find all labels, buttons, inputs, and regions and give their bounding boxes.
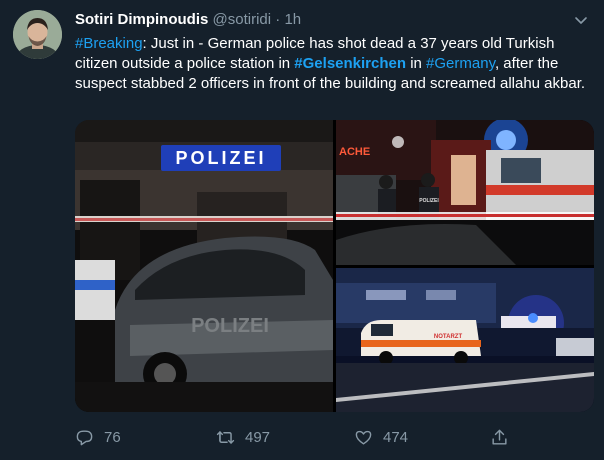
hashtag-germany[interactable]: #Germany bbox=[426, 55, 495, 72]
polizei-sign-text: POLIZEI bbox=[175, 148, 266, 168]
media-photo-2[interactable]: ACHE POLIZEI bbox=[336, 120, 594, 265]
tweet-actions: 76 497 474 bbox=[75, 424, 595, 450]
share-button[interactable] bbox=[490, 424, 519, 450]
avatar[interactable] bbox=[13, 10, 62, 59]
caret-down-icon[interactable] bbox=[573, 12, 589, 28]
officers-scene-photo: ACHE POLIZEI bbox=[336, 120, 594, 265]
media-photo-3[interactable]: NOTARZT bbox=[336, 268, 594, 412]
author-handle[interactable]: @sotiridi bbox=[213, 11, 272, 28]
van-notarzt-text: NOTARZT bbox=[434, 334, 463, 340]
emergency-van-photo: NOTARZT bbox=[336, 268, 594, 412]
reply-icon bbox=[76, 429, 93, 445]
author-name[interactable]: Sotiri Dimpinoudis bbox=[75, 11, 208, 28]
reply-count: 76 bbox=[104, 428, 121, 446]
reply-button[interactable]: 76 bbox=[75, 424, 121, 450]
vest-polizei-text: POLIZEI bbox=[419, 198, 439, 204]
share-icon bbox=[492, 429, 507, 445]
tweet-text: #Breaking: Just in - German police has s… bbox=[75, 34, 595, 94]
like-icon bbox=[355, 430, 372, 445]
tweet-header: Sotiri Dimpinoudis @sotiridi · 1h bbox=[75, 11, 301, 31]
timestamp[interactable]: 1h bbox=[284, 11, 301, 28]
avatar-image bbox=[13, 10, 62, 59]
tweet[interactable]: Sotiri Dimpinoudis @sotiridi · 1h #Break… bbox=[0, 0, 604, 460]
car-polizei-text: POLIZEI bbox=[191, 315, 269, 337]
media-photo-1[interactable]: POLIZEI POLIZEI bbox=[75, 120, 333, 412]
hashtag-gelsenkirchen[interactable]: #Gelsenkirchen bbox=[294, 55, 406, 72]
police-station-photo: POLIZEI POLIZEI bbox=[75, 120, 333, 412]
retweet-icon bbox=[216, 430, 235, 444]
storefront-sign-text: ACHE bbox=[339, 146, 370, 158]
separator-dot: · bbox=[275, 11, 281, 28]
tweet-text-segment: in bbox=[406, 55, 427, 72]
retweet-count: 497 bbox=[245, 428, 271, 446]
media-grid: POLIZEI POLIZEI ACHE POLIZEI NOTARZT bbox=[75, 120, 594, 412]
hashtag-breaking[interactable]: #Breaking bbox=[75, 35, 143, 52]
like-button[interactable]: 474 bbox=[354, 424, 408, 450]
retweet-button[interactable]: 497 bbox=[216, 424, 270, 450]
like-count: 474 bbox=[383, 428, 409, 446]
